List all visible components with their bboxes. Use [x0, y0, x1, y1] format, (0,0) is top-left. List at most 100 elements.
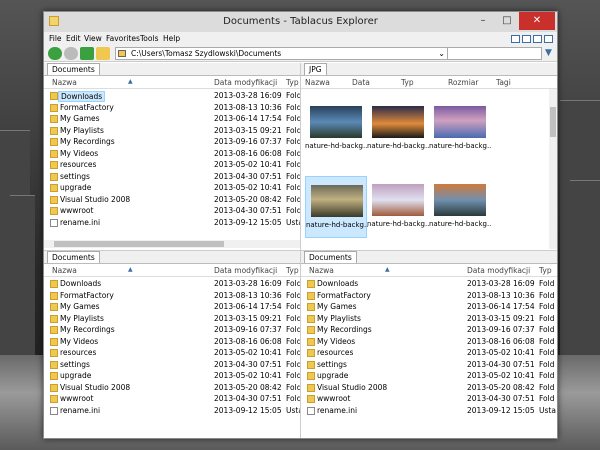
thumbnail-item[interactable]: nature-hd-backg...: [305, 98, 367, 160]
file-row[interactable]: My Recordings 2013-09-16 07:37 Fold: [301, 325, 557, 336]
file-row[interactable]: My Playlists 2013-03-15 09:21 Fold: [44, 126, 300, 137]
menu-help[interactable]: Help: [163, 34, 180, 43]
horizontal-scrollbar[interactable]: [44, 240, 300, 248]
maximize-button[interactable]: □: [495, 12, 519, 30]
up-icon[interactable]: [80, 47, 94, 60]
layout-split-icon[interactable]: [522, 35, 531, 43]
column-size[interactable]: Rozmiar: [448, 78, 478, 87]
column-name[interactable]: Nazwa: [52, 78, 77, 87]
file-row[interactable]: Visual Studio 2008 2013-05-20 08:42 Fold: [44, 383, 300, 394]
menu-favorites[interactable]: Favorites: [106, 34, 140, 43]
column-date[interactable]: Data modyfikacji: [214, 266, 277, 275]
menu-tools[interactable]: Tools: [140, 34, 158, 43]
address-path: C:\Users\Tomasz Szydlowski\Documents: [131, 49, 282, 58]
column-type[interactable]: Typ: [286, 266, 299, 275]
file-row[interactable]: Downloads 2013-03-28 16:09 Fold: [44, 279, 300, 290]
file-row[interactable]: settings 2013-04-30 07:51 Fold: [301, 360, 557, 371]
vertical-scrollbar[interactable]: [549, 89, 557, 249]
column-date[interactable]: Data modyfikacji: [467, 266, 530, 275]
menu-file[interactable]: File: [49, 34, 62, 43]
thumbnail-item[interactable]: nature-hd-backg...: [429, 176, 491, 238]
filter-icon[interactable]: ▼: [545, 48, 552, 58]
file-date: 2013-04-30 07:51: [467, 394, 535, 403]
column-type[interactable]: Typ: [539, 266, 552, 275]
file-row[interactable]: My Recordings 2013-09-16 07:37 Fold: [44, 137, 300, 148]
menu-edit[interactable]: Edit: [66, 34, 81, 43]
column-name[interactable]: Nazwa: [52, 266, 77, 275]
file-type: Fold: [286, 206, 300, 215]
thumbnail-item[interactable]: nature-hd-backg...: [429, 98, 491, 160]
file-row[interactable]: My Playlists 2013-03-15 09:21 Fold: [44, 314, 300, 325]
column-type[interactable]: Typ: [401, 78, 414, 87]
file-row[interactable]: My Videos 2013-08-16 06:08 Fold: [44, 337, 300, 348]
file-row[interactable]: wwwroot 2013-04-30 07:51 Fold: [44, 206, 300, 217]
menu-view[interactable]: View: [84, 34, 102, 43]
file-row[interactable]: Visual Studio 2008 2013-05-20 08:42 Fold: [44, 195, 300, 206]
file-row[interactable]: upgrade 2013-05-02 10:41 Fold: [44, 371, 300, 382]
forward-icon[interactable]: [64, 47, 78, 60]
file-row[interactable]: resources 2013-05-02 10:41 Fold: [301, 348, 557, 359]
file-row[interactable]: rename.ini 2013-09-12 15:05 Usta: [44, 218, 300, 229]
address-input[interactable]: C:\Users\Tomasz Szydlowski\Documents ⌄: [115, 47, 448, 60]
tab-strip: JPG: [301, 63, 557, 76]
file-row[interactable]: rename.ini 2013-09-12 15:05 Usta: [44, 406, 300, 417]
file-name: FormatFactory: [60, 102, 114, 112]
file-row[interactable]: upgrade 2013-05-02 10:41 Fold: [44, 183, 300, 194]
file-row[interactable]: FormatFactory 2013-08-13 10:36 Fold: [44, 103, 300, 114]
tab-documents[interactable]: Documents: [47, 251, 100, 263]
tab-documents[interactable]: Documents: [47, 63, 100, 75]
file-type: Fold: [286, 336, 300, 346]
file-row[interactable]: My Games 2013-06-14 17:54 Fold: [44, 302, 300, 313]
file-row[interactable]: My Recordings 2013-09-16 07:37 Fold: [44, 325, 300, 336]
thumbnail-item-selected[interactable]: nature-hd-backg...: [305, 176, 368, 238]
tab-documents[interactable]: Documents: [304, 251, 357, 263]
minimize-button[interactable]: –: [471, 12, 495, 30]
tab-jpg[interactable]: JPG: [304, 63, 327, 75]
file-row[interactable]: My Videos 2013-08-16 06:08 Fold: [44, 149, 300, 160]
back-icon[interactable]: [48, 47, 62, 60]
file-row[interactable]: resources 2013-05-02 10:41 Fold: [44, 160, 300, 171]
file-row[interactable]: wwwroot 2013-04-30 07:51 Fold: [301, 394, 557, 405]
file-row[interactable]: My Videos 2013-08-16 06:08 Fold: [301, 337, 557, 348]
file-name: wwwroot: [60, 206, 94, 215]
file-row[interactable]: FormatFactory 2013-08-13 10:36 Fold: [301, 291, 557, 302]
thumbnail-caption: nature-hd-backg...: [429, 220, 491, 228]
file-row[interactable]: Visual Studio 2008 2013-05-20 08:42 Fold: [301, 383, 557, 394]
file-date: 2013-09-12 15:05: [214, 217, 282, 227]
folder-icon: [50, 138, 58, 146]
file-row[interactable]: wwwroot 2013-04-30 07:51 Fold: [44, 394, 300, 405]
file-row[interactable]: My Playlists 2013-03-15 09:21 Fold: [301, 314, 557, 325]
chevron-down-icon[interactable]: ⌄: [438, 48, 445, 59]
file-row[interactable]: settings 2013-04-30 07:51 Fold: [44, 172, 300, 183]
layout-four-icon[interactable]: [544, 35, 553, 43]
column-tags[interactable]: Tagi: [496, 78, 511, 87]
folder-tree-icon[interactable]: [96, 47, 110, 60]
column-type[interactable]: Typ: [286, 78, 299, 87]
column-date[interactable]: Data: [352, 78, 370, 87]
search-input[interactable]: [447, 47, 542, 60]
layout-single-icon[interactable]: [511, 35, 520, 43]
file-type: Fold: [539, 313, 555, 323]
file-row[interactable]: My Games 2013-06-14 17:54 Fold: [301, 302, 557, 313]
file-row[interactable]: FormatFactory 2013-08-13 10:36 Fold: [44, 291, 300, 302]
file-name: rename.ini: [60, 405, 101, 415]
file-row[interactable]: My Games 2013-06-14 17:54 Fold: [44, 114, 300, 125]
file-date: 2013-09-12 15:05: [467, 405, 535, 415]
file-row[interactable]: rename.ini 2013-09-12 15:05 Usta: [301, 406, 557, 417]
thumbnail-item[interactable]: nature-hd-backg...: [367, 98, 429, 160]
landscape-image: [310, 106, 362, 138]
column-date[interactable]: Data modyfikacji: [214, 78, 277, 87]
layout-three-icon[interactable]: [533, 35, 542, 43]
title-bar[interactable]: Documents - Tablacus Explorer – □ ✕: [44, 12, 557, 32]
file-row[interactable]: resources 2013-05-02 10:41 Fold: [44, 348, 300, 359]
file-type: Fold: [286, 160, 300, 169]
column-name[interactable]: Nazwa: [305, 78, 330, 87]
file-row[interactable]: Downloads 2013-03-28 16:09 Fold: [301, 279, 557, 290]
column-name[interactable]: Nazwa: [309, 266, 334, 275]
thumbnail-item[interactable]: nature-hd-backg...: [367, 176, 429, 238]
close-button[interactable]: ✕: [519, 12, 555, 30]
pane-top-right: JPG Nazwa Data Typ Rozmiar Tagi nature-h…: [301, 63, 557, 250]
file-row[interactable]: Downloads 2013-03-28 16:09 Fold: [44, 91, 300, 102]
file-row[interactable]: settings 2013-04-30 07:51 Fold: [44, 360, 300, 371]
file-row[interactable]: upgrade 2013-05-02 10:41 Fold: [301, 371, 557, 382]
